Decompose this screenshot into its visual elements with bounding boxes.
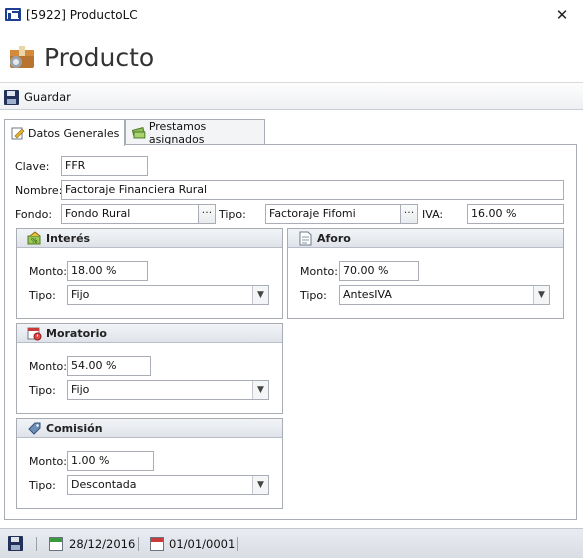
tab-label: Datos Generales: [28, 126, 120, 140]
interes-group-header: % Interés: [17, 229, 282, 248]
tipo-field[interactable]: Factoraje Fifomi: [265, 204, 401, 224]
close-icon: ✕: [555, 6, 569, 24]
comision-group-header: Comisión: [17, 419, 282, 438]
calendar-icon: [150, 537, 164, 551]
moratorio-title: Moratorio: [46, 327, 107, 340]
title-bar: [5922] ProductoLC ✕: [0, 0, 583, 30]
document-icon: [299, 231, 312, 246]
edit-document-icon: [11, 127, 25, 140]
moratorio-monto-field[interactable]: 54.00 %: [67, 356, 151, 376]
interes-monto-label: Monto:: [29, 265, 67, 278]
save-button[interactable]: Guardar: [4, 87, 75, 107]
nombre-field[interactable]: Factoraje Financiera Rural: [61, 180, 564, 200]
iva-label: IVA:: [422, 208, 444, 221]
aforo-monto-field[interactable]: 70.00 %: [339, 261, 419, 281]
tab-datos-generales[interactable]: Datos Generales: [4, 119, 125, 146]
moratorio-group-header: Moratorio: [17, 324, 282, 343]
save-button-label: Guardar: [24, 90, 71, 104]
app-icon: [5, 8, 21, 21]
comision-tipo-label: Tipo:: [29, 479, 56, 492]
moratorio-tipo-value: Fijo: [71, 383, 90, 396]
svg-text:%: %: [31, 237, 38, 245]
tipo-label: Tipo:: [219, 208, 246, 221]
aforo-monto-label: Monto:: [300, 265, 338, 278]
chevron-down-icon: ▼: [252, 286, 268, 304]
clave-field[interactable]: FFR: [61, 156, 148, 176]
close-button[interactable]: ✕: [546, 4, 578, 26]
status-bar: 28/12/2016 01/01/0001: [0, 528, 583, 558]
fondo-field[interactable]: Fondo Rural: [61, 204, 199, 224]
moratorio-monto-label: Monto:: [29, 360, 67, 373]
interes-tipo-label: Tipo:: [29, 289, 56, 302]
nombre-label: Nombre:: [15, 184, 63, 197]
status-separator: [237, 537, 238, 551]
comision-title: Comisión: [46, 422, 103, 435]
fondo-label: Fondo:: [15, 208, 53, 221]
window-title: [5922] ProductoLC: [26, 8, 138, 22]
money-stack-icon: [132, 126, 146, 138]
moratorio-tipo-select[interactable]: Fijo ▼: [67, 380, 269, 400]
aforo-title: Aforo: [317, 232, 351, 245]
aforo-group-header: Aforo: [288, 229, 563, 248]
floppy-disk-icon[interactable]: [8, 536, 23, 551]
comision-monto-label: Monto:: [29, 455, 67, 468]
interes-title: Interés: [46, 232, 91, 245]
status-separator: [36, 537, 37, 551]
fondo-browse-button[interactable]: ···: [199, 204, 216, 224]
floppy-disk-icon: [4, 89, 19, 105]
iva-field[interactable]: 16.00 %: [467, 204, 564, 224]
chevron-down-icon: ▼: [252, 476, 268, 494]
modified-date: 01/01/0001: [169, 537, 236, 551]
tab-label: Prestamos asignados: [148, 119, 207, 146]
aforo-tipo-value: AntesIVA: [343, 288, 392, 301]
interes-tipo-value: Fijo: [71, 288, 90, 301]
tipo-browse-button[interactable]: ···: [401, 204, 418, 224]
page-title: Producto: [44, 43, 155, 72]
chevron-down-icon: ▼: [252, 381, 268, 399]
calendar-icon: [49, 537, 63, 551]
interest-icon: %: [27, 231, 41, 245]
interes-tipo-select[interactable]: Fijo ▼: [67, 285, 269, 305]
tag-icon: [28, 422, 41, 435]
clave-label: Clave:: [15, 160, 50, 173]
product-box-icon: [10, 46, 34, 68]
comision-tipo-value: Descontada: [71, 478, 137, 491]
aforo-tipo-select[interactable]: AntesIVA ▼: [339, 285, 550, 305]
moratorio-tipo-label: Tipo:: [29, 384, 56, 397]
comision-tipo-select[interactable]: Descontada ▼: [67, 475, 269, 495]
toolbar: Guardar: [0, 82, 583, 110]
chevron-down-icon: ▼: [533, 286, 549, 304]
aforo-tipo-label: Tipo:: [300, 289, 327, 302]
interes-monto-field[interactable]: 18.00 %: [67, 261, 148, 281]
created-date: 28/12/2016: [69, 537, 136, 551]
comision-monto-field[interactable]: 1.00 %: [67, 451, 154, 471]
status-separator: [138, 537, 139, 551]
tab-prestamos-asignados[interactable]: Prestamos asignados: [125, 119, 265, 146]
calendar-clock-icon: [27, 327, 42, 341]
